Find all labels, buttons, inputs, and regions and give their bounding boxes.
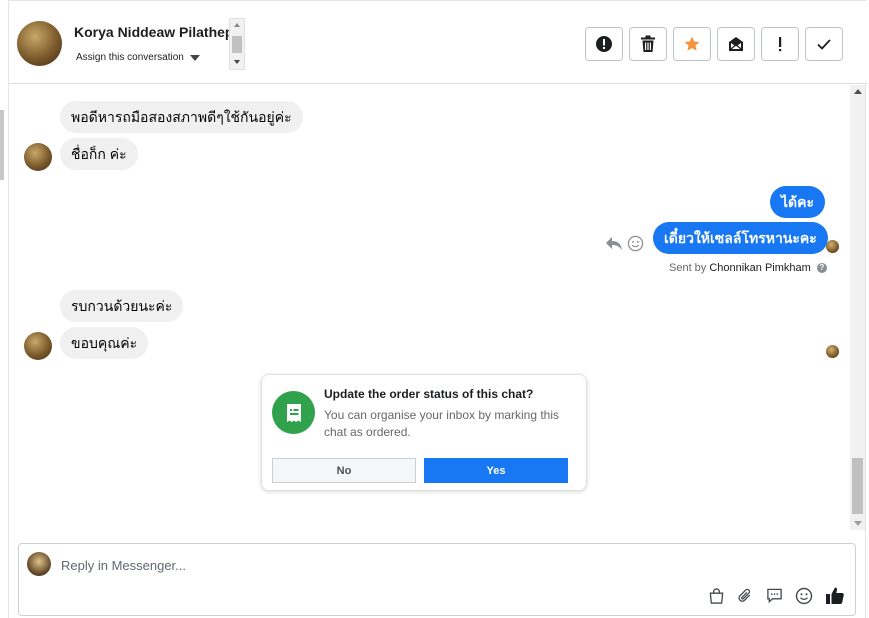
contact-avatar-small (24, 332, 52, 360)
yes-button[interactable]: Yes (424, 458, 568, 483)
order-status-card: Update the order status of this chat? Yo… (261, 374, 587, 491)
reply-input[interactable] (61, 554, 761, 576)
trash-icon (641, 35, 655, 52)
info-icon[interactable]: ? (816, 263, 827, 273)
message-bubble-incoming[interactable]: ขอบคุณค่ะ (60, 327, 149, 359)
thumbs-up-icon[interactable] (825, 586, 845, 605)
seen-avatar (826, 345, 839, 358)
star-button[interactable] (673, 27, 711, 61)
order-card-title: Update the order status of this chat? (324, 387, 534, 401)
mark-unread-icon (729, 37, 743, 51)
left-panel-edge (0, 110, 4, 180)
order-card-description: You can organise your inbox by marking t… (324, 408, 560, 439)
composer-toolbar (708, 586, 845, 605)
header-scrollbar[interactable] (229, 18, 245, 70)
conversation-header: Korya Niddeaw Pilathep Assign this conve… (9, 0, 867, 84)
mark-done-button[interactable] (805, 27, 843, 61)
thread-scrollbar[interactable] (850, 85, 865, 530)
mark-spam-button[interactable] (585, 27, 623, 61)
scroll-down-arrow-icon[interactable] (854, 521, 862, 526)
emoji-icon[interactable] (795, 587, 813, 605)
message-bubble-incoming[interactable]: พอดีหารถมือสองสภาพดีๆใช้กันอยู่ค่ะ (60, 101, 303, 133)
reply-composer (18, 543, 856, 616)
message-bubble-outgoing[interactable]: เดี๋ยวให้เซลล์โทรหานะคะ (653, 222, 828, 254)
reply-icon[interactable] (605, 235, 623, 251)
react-emoji-icon[interactable] (627, 235, 644, 252)
scroll-up-arrow-icon[interactable] (854, 89, 862, 94)
message-bubble-outgoing[interactable]: ได้คะ (770, 186, 826, 218)
conversation-toolbar (585, 27, 843, 61)
star-icon (684, 36, 700, 51)
sent-by-info: Sent by Chonnikan Pimkham ? (669, 262, 827, 274)
saved-reply-icon[interactable] (766, 587, 783, 604)
checkmark-icon (817, 39, 831, 50)
sent-by-agent[interactable]: Chonnikan Pimkham (709, 262, 811, 274)
mark-unread-button[interactable] (717, 27, 755, 61)
scroll-thumb[interactable] (852, 458, 863, 514)
assign-label: Assign this conversation (76, 52, 184, 63)
scroll-thumb[interactable] (232, 36, 242, 53)
contact-avatar-small (24, 143, 52, 171)
message-bubble-incoming[interactable]: ชื่อก็ก ค่ะ (60, 138, 138, 170)
exclamation-icon (779, 37, 782, 52)
order-receipt-icon (272, 391, 315, 434)
sent-by-prefix: Sent by (669, 262, 707, 274)
shopping-bag-icon[interactable] (708, 587, 725, 605)
message-bubble-incoming[interactable]: รบกวนด้วยนะค่ะ (60, 290, 184, 322)
conversation-panel: Korya Niddeaw Pilathep Assign this conve… (8, 0, 867, 618)
read-receipt-avatar (826, 240, 839, 253)
message-thread[interactable]: พอดีหารถมือสองสภาพดีๆใช้กันอยู่ค่ะ ชื่อก… (9, 85, 867, 530)
scroll-up-arrow-icon[interactable] (234, 23, 240, 27)
contact-avatar[interactable] (17, 21, 62, 66)
assign-conversation-dropdown[interactable]: Assign this conversation (76, 52, 200, 63)
no-button[interactable]: No (272, 458, 416, 483)
alert-circle-icon (596, 36, 612, 52)
contact-name[interactable]: Korya Niddeaw Pilathep (74, 24, 233, 40)
caret-down-icon (189, 54, 200, 61)
scroll-down-arrow-icon[interactable] (234, 60, 240, 64)
delete-button[interactable] (629, 27, 667, 61)
paperclip-icon[interactable] (737, 587, 754, 605)
page-avatar (27, 552, 51, 576)
follow-up-button[interactable] (761, 27, 799, 61)
